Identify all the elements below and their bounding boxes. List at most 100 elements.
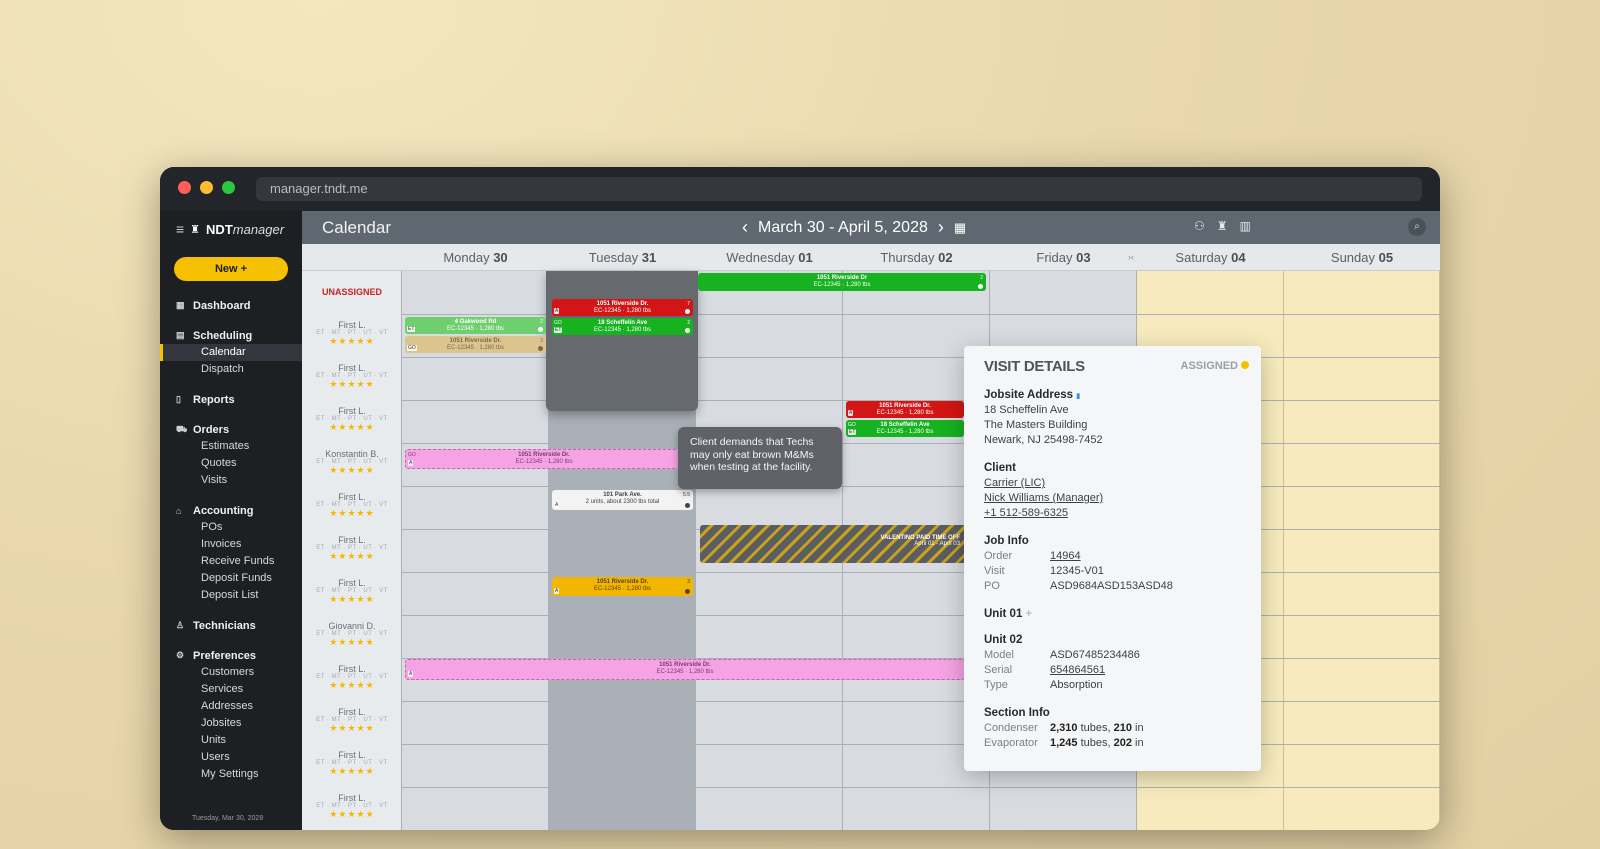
unit-01-section: Unit 01 + bbox=[984, 608, 1241, 620]
address-line: 18 Scheffelin Ave bbox=[984, 404, 1069, 416]
chevron-left-icon[interactable]: ‹ bbox=[742, 217, 748, 238]
client-company-link[interactable]: Carrier (LIC) bbox=[984, 476, 1241, 491]
person-icon: ♙ bbox=[176, 620, 185, 630]
visit-event[interactable]: 1051 Riverside Dr. EC-12345 · 1,280 tbs … bbox=[552, 299, 693, 316]
day-header-sunday[interactable]: Sunday 05 bbox=[1284, 250, 1440, 265]
technician-row[interactable]: Giovanni D. ET · MT · PT · UT · VT ★★★★★ bbox=[302, 615, 402, 658]
calendar-main: Calendar ‹ March 30 - April 5, 2028 › ▦ … bbox=[302, 211, 1440, 830]
sidebar-item-quotes[interactable]: Quotes bbox=[160, 455, 302, 472]
technician-row[interactable]: First L. ET · MT · PT · UT · VT ★★★★★ bbox=[302, 787, 402, 830]
map-pin-icon[interactable]: ▮ bbox=[1076, 393, 1080, 400]
dispatch-icon[interactable]: ♜ bbox=[1217, 219, 1228, 233]
sidebar-item-my-settings[interactable]: My Settings bbox=[160, 766, 302, 783]
day-column[interactable] bbox=[1284, 271, 1440, 830]
event-tag: GO bbox=[408, 452, 416, 458]
day-header-monday[interactable]: Monday 30 bbox=[402, 250, 549, 265]
technician-row[interactable]: First L. ET · MT · PT · UT · VT ★★★★★ bbox=[302, 701, 402, 744]
sidebar-item-deposit-funds[interactable]: Deposit Funds bbox=[160, 570, 302, 587]
sidebar-item-label: Scheduling bbox=[193, 329, 253, 342]
client-phone-link[interactable]: +1 512-589-6325 bbox=[984, 506, 1241, 521]
time-off-block[interactable]: VALENTINO PAID TIME OFF April 01 - April… bbox=[700, 525, 966, 563]
status-dot bbox=[538, 346, 543, 351]
technician-row[interactable]: First L. ET · MT · PT · UT · VT ★★★★★ bbox=[302, 529, 402, 572]
sidebar-item-reports[interactable]: ▯ Reports bbox=[160, 391, 302, 408]
sidebar-item-label: Accounting bbox=[193, 504, 254, 517]
event-subtitle: EC-12345 · 1,280 tbs bbox=[515, 459, 573, 465]
sidebar-item-technicians[interactable]: ♙ Technicians bbox=[160, 617, 302, 634]
client-contact-link[interactable]: Nick Williams (Manager) bbox=[984, 491, 1241, 506]
technician-row[interactable]: Konstantin B. ET · MT · PT · UT · VT ★★★★★ bbox=[302, 443, 402, 486]
sidebar-item-calendar[interactable]: Calendar bbox=[160, 344, 302, 361]
sidebar-item-receive-funds[interactable]: Receive Funds bbox=[160, 553, 302, 570]
visit-event[interactable]: 18 Scheffelin Ave EC-12345 · 1,280 tbs G… bbox=[552, 318, 693, 335]
day-header-friday[interactable]: Friday 03 bbox=[990, 250, 1137, 265]
sidebar-item-preferences[interactable]: ⚙ Preferences bbox=[160, 647, 302, 664]
event-subtitle: 2 units, about 2300 tbs total bbox=[585, 499, 660, 505]
map-icon[interactable]: ▥ bbox=[1240, 219, 1251, 233]
calendar-picker-icon[interactable]: ▦ bbox=[954, 220, 966, 236]
day-overflow-popout bbox=[546, 271, 698, 411]
sidebar-item-deposit-list[interactable]: Deposit List bbox=[160, 587, 302, 604]
technician-row[interactable]: First L. ET · MT · PT · UT · VT ★★★★★ bbox=[302, 357, 402, 400]
day-header-tuesday[interactable]: Tuesday 31 bbox=[549, 250, 696, 265]
new-button[interactable]: New + bbox=[174, 257, 288, 281]
url-bar[interactable]: manager.tndt.me bbox=[256, 177, 1422, 201]
expand-plus-icon[interactable]: + bbox=[1026, 608, 1033, 620]
day-column[interactable] bbox=[402, 271, 549, 830]
sidebar-item-invoices[interactable]: Invoices bbox=[160, 536, 302, 553]
sidebar-item-users[interactable]: Users bbox=[160, 749, 302, 766]
maximize-window-button[interactable] bbox=[222, 181, 235, 194]
team-icon[interactable]: ⚇ bbox=[1194, 219, 1205, 233]
sidebar-item-orders[interactable]: ⛟ Orders bbox=[160, 421, 302, 438]
row-divider bbox=[302, 744, 1440, 745]
visit-event[interactable]: 4 Oakwood Rd EC-12345 · 1,280 tbs ET 2 bbox=[405, 317, 546, 334]
technician-row[interactable]: First L. ET · MT · PT · UT · VT ★★★★★ bbox=[302, 744, 402, 787]
collapse-weekend-icon[interactable]: ›‹ bbox=[1128, 252, 1134, 262]
minimize-window-button[interactable] bbox=[200, 181, 213, 194]
brand-logo[interactable]: ≡ ♜ NDTmanager bbox=[176, 221, 284, 237]
technician-row[interactable]: First L. ET · MT · PT · UT · VT ★★★★★ bbox=[302, 486, 402, 529]
sidebar-item-units[interactable]: Units bbox=[160, 732, 302, 749]
visit-event[interactable]: 1051 Riverside Dr. EC-12345 · 1,280 tbs … bbox=[846, 401, 964, 418]
day-header-thursday[interactable]: Thursday 02 bbox=[843, 250, 990, 265]
order-link[interactable]: 14964 bbox=[1050, 549, 1081, 564]
event-title: 1051 Riverside Dr bbox=[816, 275, 868, 281]
sidebar-item-services[interactable]: Services bbox=[160, 681, 302, 698]
close-window-button[interactable] bbox=[178, 181, 191, 194]
sidebar-item-pos[interactable]: POs bbox=[160, 519, 302, 536]
technician-row[interactable]: First L. ET · MT · PT · UT · VT ★★★★★ bbox=[302, 314, 402, 357]
sidebar-item-scheduling[interactable]: ▤ Scheduling bbox=[160, 327, 302, 344]
day-header-wednesday[interactable]: Wednesday 01 bbox=[696, 250, 843, 265]
sidebar-item-jobsites[interactable]: Jobsites bbox=[160, 715, 302, 732]
sidebar-item-visits[interactable]: Visits bbox=[160, 472, 302, 489]
chevron-right-icon[interactable]: › bbox=[938, 217, 944, 238]
sidebar-item-dashboard[interactable]: ▦ Dashboard bbox=[160, 297, 302, 314]
visit-event[interactable]: 1051 Riverside Dr EC-12345 · 1,280 tbs 2 bbox=[698, 273, 986, 291]
visit-event[interactable]: 101 Park Ave. 2 units, about 2300 tbs to… bbox=[552, 490, 693, 510]
nav-section-technicians: ♙ Technicians bbox=[160, 617, 302, 634]
search-icon[interactable]: ⌕ bbox=[1408, 218, 1426, 236]
menu-icon[interactable]: ≡ bbox=[176, 221, 184, 237]
technician-row[interactable]: First L. ET · MT · PT · UT · VT ★★★★★ bbox=[302, 400, 402, 443]
sidebar-item-estimates[interactable]: Estimates bbox=[160, 438, 302, 455]
visit-event[interactable]: 1051 Riverside Dr. EC-12345 · 1,280 tbs … bbox=[405, 449, 683, 469]
technician-row[interactable]: First L. ET · MT · PT · UT · VT ★★★★★ bbox=[302, 658, 402, 701]
visit-event[interactable]: 1051 Riverside Dr. EC-12345 · 1,280 tbs … bbox=[552, 577, 693, 596]
event-tag: A bbox=[554, 308, 560, 314]
sidebar-item-customers[interactable]: Customers bbox=[160, 664, 302, 681]
event-subtitle: EC-12345 · 1,280 tbs bbox=[813, 282, 871, 288]
field-label: Condenser bbox=[984, 722, 1038, 734]
visit-event[interactable]: 1051 Riverside Dr. EC-12345 · 1,280 tbs … bbox=[405, 659, 965, 680]
serial-link[interactable]: 654864561 bbox=[1050, 663, 1105, 678]
sidebar-item-addresses[interactable]: Addresses bbox=[160, 698, 302, 715]
visit-event[interactable]: 1051 Riverside Dr. EC-12345 · 1,280 tbs … bbox=[405, 336, 546, 353]
sidebar-item-dispatch[interactable]: Dispatch bbox=[160, 361, 302, 378]
calendar-grid: UNASSIGNED First L. ET · MT · PT · UT · V… bbox=[302, 271, 1440, 830]
day-header-saturday[interactable]: Saturday 04 bbox=[1137, 250, 1284, 265]
visit-event[interactable]: 18 Scheffelin Ave EC-12345 · 1,280 tbs G… bbox=[846, 420, 964, 437]
sidebar-item-accounting[interactable]: ⌂ Accounting bbox=[160, 502, 302, 519]
event-subtitle: EC-12345 · 1,280 tbs bbox=[876, 429, 934, 435]
technician-row[interactable]: First L. ET · MT · PT · UT · VT ★★★★★ bbox=[302, 572, 402, 615]
event-tag: A bbox=[408, 671, 414, 677]
event-tag: A bbox=[554, 502, 560, 508]
